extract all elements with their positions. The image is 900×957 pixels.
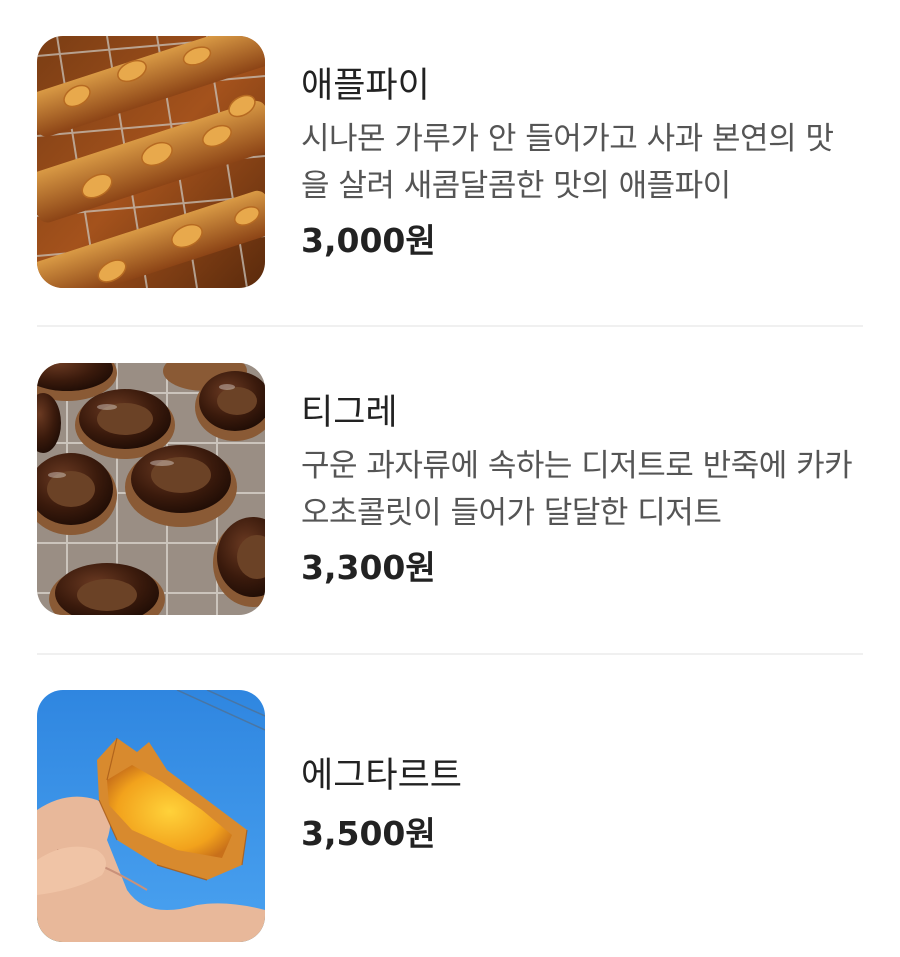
menu-item-name: 에그타르트 [301, 756, 463, 796]
apple-pie-photo [37, 36, 265, 288]
menu-item-description: 구운 과자류에 속하는 디저트로 반죽에 카카오초콜릿이 들어가 달달한 디저트 [301, 448, 853, 531]
menu-item-egg-tart[interactable]: 에그타르트 3,500원 [37, 690, 863, 942]
egg-tart-photo [37, 690, 265, 942]
menu-item-price: 3,300원 [301, 548, 436, 587]
menu-item-description: 시나몬 가루가 안 들어가고 사과 본연의 맛을 살려 새콤달콤한 맛의 애플파… [301, 121, 834, 204]
menu-item-name: 애플파이 [301, 66, 430, 106]
menu-item-name: 티그레 [301, 393, 398, 433]
menu-item-price: 3,500원 [301, 814, 436, 853]
menu-list: 애플파이 시나몬 가루가 안 들어가고 사과 본연의 맛을 살려 새콤달콤한 맛… [0, 0, 900, 957]
tigre-photo [37, 363, 265, 615]
divider [37, 325, 863, 327]
divider [37, 653, 863, 655]
menu-item-price: 3,000원 [301, 221, 436, 260]
menu-item-tigre[interactable]: 티그레 구운 과자류에 속하는 디저트로 반죽에 카카오초콜릿이 들어가 달달한… [37, 363, 863, 615]
menu-item-apple-pie[interactable]: 애플파이 시나몬 가루가 안 들어가고 사과 본연의 맛을 살려 새콤달콤한 맛… [37, 36, 863, 288]
